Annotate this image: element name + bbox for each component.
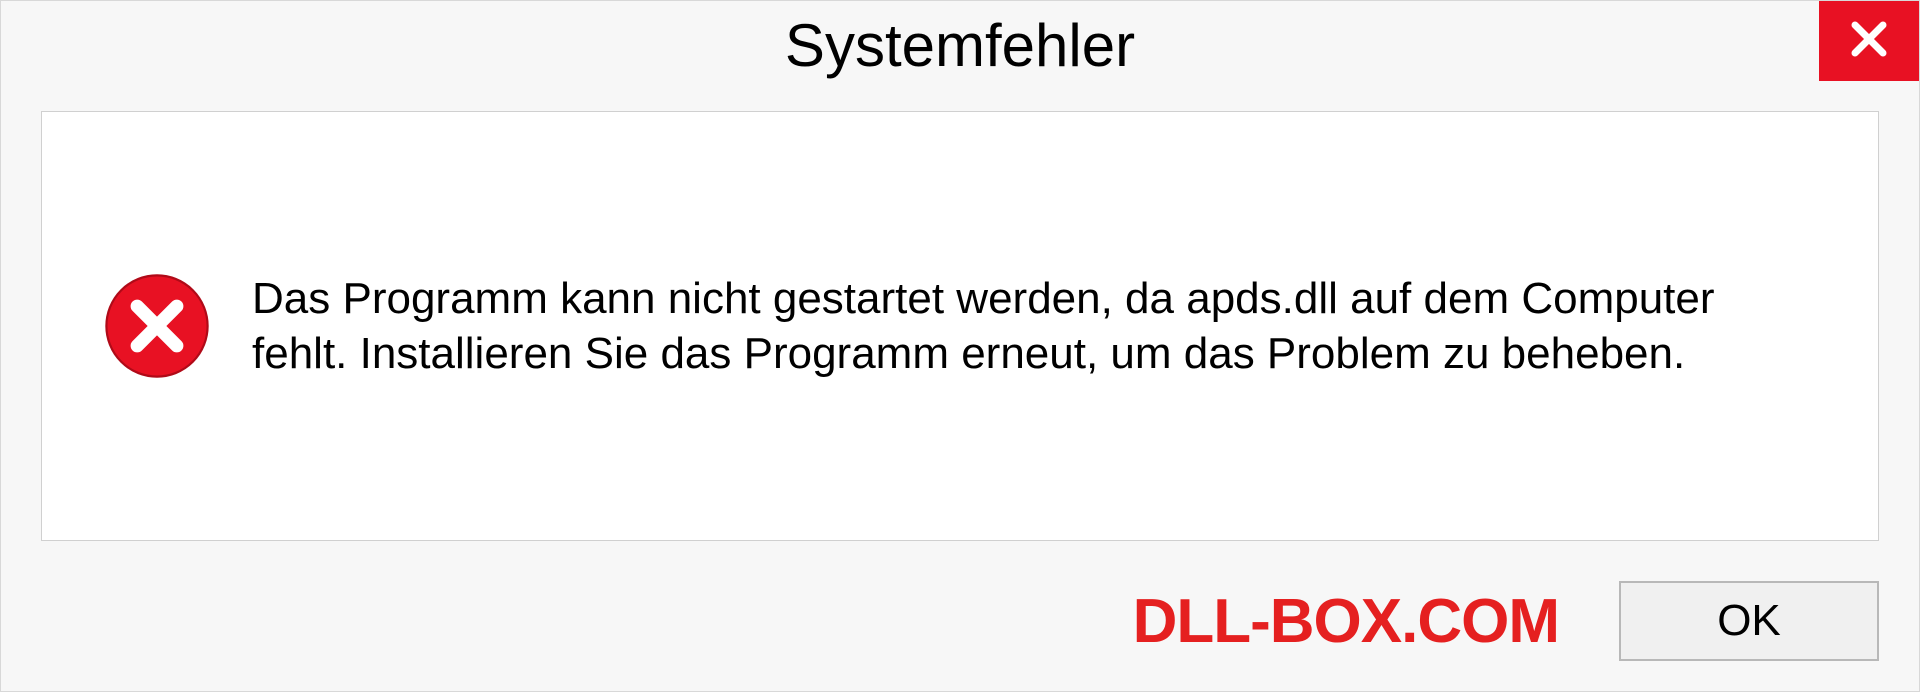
content-area: Das Programm kann nicht gestartet werden… [41,111,1879,541]
close-icon [1845,15,1893,68]
error-icon [102,271,212,381]
dialog-footer: DLL-BOX.COM OK [1,561,1919,691]
watermark-text: DLL-BOX.COM [1133,586,1559,657]
close-button[interactable] [1819,1,1919,81]
titlebar: Systemfehler [1,1,1919,101]
error-dialog: Systemfehler Das Programm kann nicht ges… [0,0,1920,692]
ok-button[interactable]: OK [1619,581,1879,661]
dialog-title: Systemfehler [785,11,1135,80]
error-message: Das Programm kann nicht gestartet werden… [252,271,1818,381]
